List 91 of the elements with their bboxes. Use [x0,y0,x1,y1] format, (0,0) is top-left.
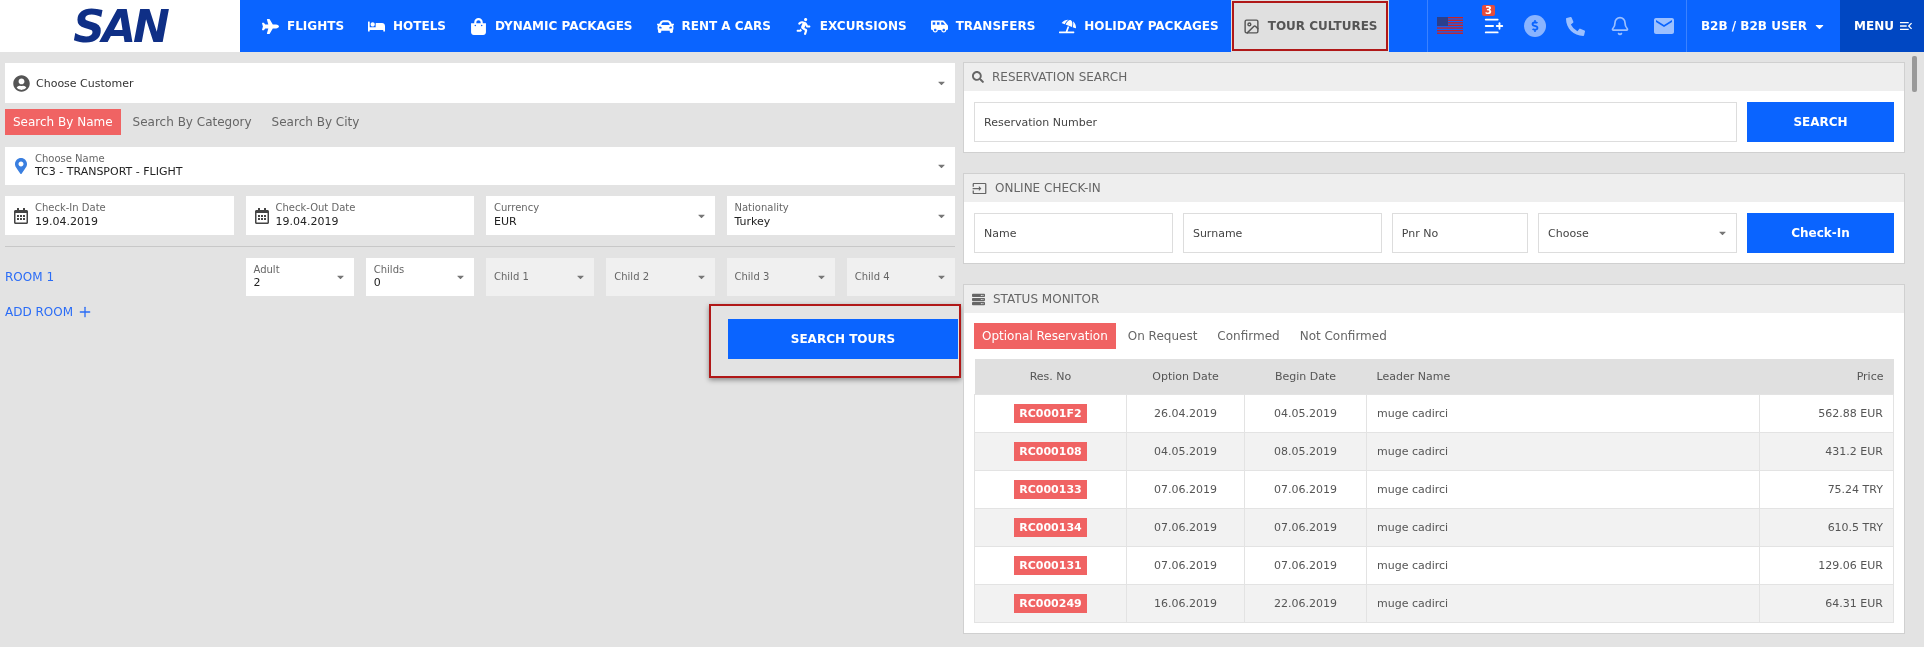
bag-icon [469,17,487,35]
status-tab[interactable]: Optional Reservation [974,323,1116,349]
reservation-number-tag[interactable]: RC000134 [1014,517,1087,537]
status-tab[interactable]: Not Confirmed [1291,323,1395,349]
reservation-number-tag[interactable]: RC000108 [1014,441,1087,461]
flag-icon[interactable] [1436,17,1463,35]
guest-select[interactable]: Adult 2 [245,258,354,296]
table-cell: 04.05.2019 [1244,394,1367,432]
search-tab[interactable]: Search By Name [5,109,121,135]
table-cell: muge cadirci [1366,470,1760,508]
phone-icon[interactable] [1566,16,1586,36]
customer-select[interactable]: Choose Customer [5,63,955,103]
room-title: ROOM 1 [5,270,56,284]
table-cell: muge cadirci [1366,508,1760,546]
menu-button[interactable]: MENU [1840,0,1924,52]
guest-select[interactable]: Childs 0 [365,258,474,296]
nav-tab[interactable]: EXCURSIONS [782,0,919,52]
text-input[interactable]: Surname [1182,213,1382,253]
panel-title: ONLINE CHECK-IN [995,181,1101,195]
table-cell: muge cadirci [1366,394,1760,432]
table-cell: 07.06.2019 [1126,546,1245,584]
column-header: Leader Name [1366,359,1760,394]
column-header: Res. No [974,359,1127,394]
scrollbar-thumb[interactable] [1912,56,1917,92]
column-header: Begin Date [1244,359,1367,394]
choose-select[interactable]: Choose [1538,213,1737,253]
bell-icon[interactable] [1609,16,1630,36]
search-tab[interactable]: Search By City [263,109,368,135]
image-icon [1242,17,1260,35]
date-field[interactable]: Check-In Date 19.04.2019 [5,196,234,235]
nav-tab[interactable]: RENT A CARS [644,0,783,52]
calendar-icon [13,207,29,224]
panel-title: STATUS MONITOR [993,292,1100,306]
table-cell: 562.88 EUR [1759,394,1894,432]
table-cell: muge cadirci [1366,546,1760,584]
nav-tab[interactable]: TRANSFERS [918,0,1048,52]
table-cell: 07.06.2019 [1126,508,1245,546]
table-cell: 431.2 EUR [1759,432,1894,470]
notification-badge: 3 [1481,5,1495,16]
car-icon [656,17,674,35]
search-tab[interactable]: Search By Category [124,109,260,135]
column-header: Option Date [1126,359,1245,394]
runner-icon [794,17,812,35]
text-input[interactable]: Name [974,213,1173,253]
select-field[interactable]: Currency EUR [486,196,715,235]
nav-tab[interactable]: DYNAMIC PACKAGES [457,0,645,52]
table-cell: 129.06 EUR [1759,546,1894,584]
nav-tab[interactable]: FLIGHTS [250,0,357,52]
table-cell: muge cadirci [1366,584,1760,622]
search-tours-button[interactable]: SEARCH TOURS [728,319,958,359]
table-cell: 75.24 TRY [1759,470,1894,508]
plane-icon [262,17,279,35]
table-cell: 26.04.2019 [1126,394,1245,432]
status-tab[interactable]: Confirmed [1209,323,1288,349]
table-cell: 64.31 EUR [1759,584,1894,622]
search-button[interactable]: SEARCH [1747,102,1894,142]
table-cell: 07.06.2019 [1126,470,1245,508]
check-in-button[interactable]: Check-In [1747,213,1894,253]
nav-tab[interactable]: HOTELS [356,0,458,52]
reservation-number-tag[interactable]: RC000131 [1014,555,1087,575]
table-cell: 07.06.2019 [1244,470,1367,508]
login-icon [972,180,987,196]
pin-icon [13,158,29,174]
add-room-link[interactable]: ADD ROOM [5,304,94,320]
dollar-coin-icon[interactable] [1523,15,1546,37]
user-icon [13,74,30,92]
table-cell: muge cadirci [1366,432,1760,470]
calendar-icon [253,207,270,224]
search-icon [972,71,984,83]
date-field[interactable]: Check-Out Date 19.04.2019 [245,196,474,235]
beach-umbrella-icon [1059,17,1077,35]
select-field[interactable]: Nationality Turkey [726,196,955,235]
server-icon [972,292,985,306]
reservation-number-input[interactable]: Reservation Number [974,102,1737,142]
panel-title: RESERVATION SEARCH [992,70,1128,84]
name-select[interactable]: Choose Name TC3 - TRANSPORT - FLIGHT [5,147,955,185]
status-tab[interactable]: On Request [1119,323,1206,349]
table-cell: 16.06.2019 [1126,584,1245,622]
nav-tab[interactable]: TOUR CULTURES [1230,0,1390,52]
reservation-number-tag[interactable]: RC000249 [1014,593,1087,613]
column-header: Price [1759,359,1894,394]
reservation-number-tag[interactable]: RC000133 [1014,479,1087,499]
table-cell: 07.06.2019 [1244,546,1367,584]
table-cell: 22.06.2019 [1244,584,1367,622]
reservation-number-tag[interactable]: RC0001F2 [1014,403,1087,423]
table-cell: 610.5 TRY [1759,508,1894,546]
table-cell: 04.05.2019 [1126,432,1245,470]
table-cell: 08.05.2019 [1244,432,1367,470]
table-cell: 07.06.2019 [1244,508,1367,546]
text-input[interactable]: Pnr No [1391,213,1529,253]
nav-tab[interactable]: HOLIDAY PACKAGES [1047,0,1231,52]
